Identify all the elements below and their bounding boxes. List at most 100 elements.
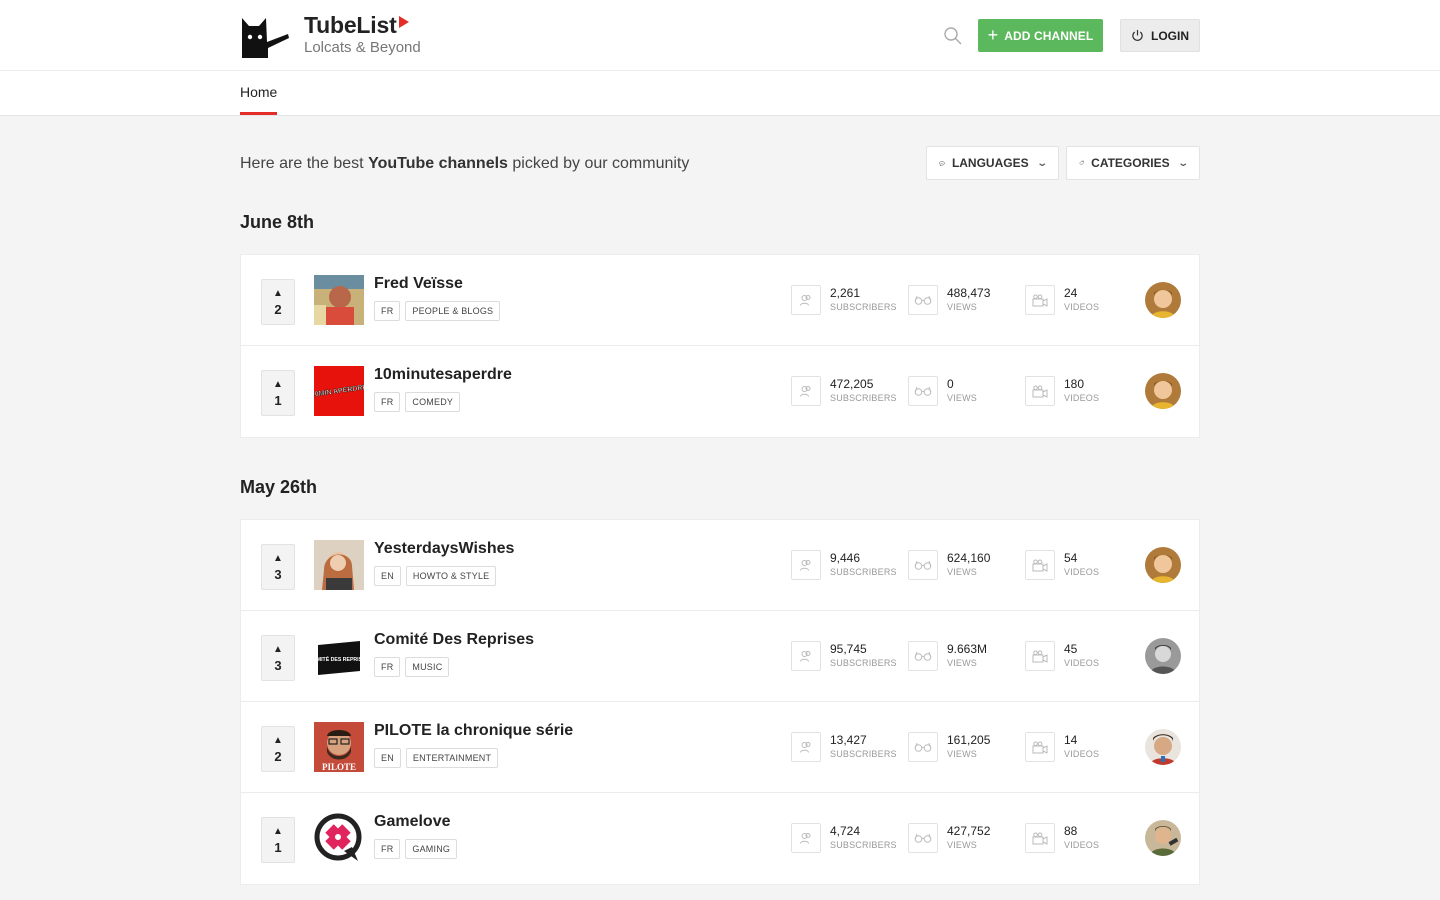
users-icon [791, 823, 821, 853]
glasses-icon [908, 823, 938, 853]
thumbnail-text: COMITÉ DES REPRISES [314, 655, 364, 663]
channel-thumbnail[interactable] [314, 275, 364, 325]
channel-thumbnail[interactable]: 10MIN APERDRE [314, 366, 364, 416]
glasses-icon [908, 285, 938, 315]
subscribers-value: 13,427 [830, 733, 867, 747]
users-icon [791, 376, 821, 406]
language-tag[interactable]: EN [374, 566, 401, 586]
language-tag[interactable]: FR [374, 657, 401, 677]
channel-name[interactable]: Fred Veïsse [374, 275, 463, 293]
vote-count: 3 [274, 658, 282, 673]
video-camera-icon [1025, 641, 1055, 671]
channel-row: ▲ 3 YesterdaysWishes EN HOWTO & STYLE 9,44… [241, 520, 1199, 611]
login-button[interactable]: LOGIN [1120, 19, 1200, 52]
channel-name[interactable]: PILOTE la chronique série [374, 722, 573, 740]
subscribers-value: 2,261 [830, 286, 861, 300]
tab-home[interactable]: Home [240, 84, 278, 115]
submitter-avatar[interactable] [1145, 820, 1181, 856]
add-channel-label: ADD CHANNEL [1004, 28, 1094, 43]
top-bar: TubeList Lolcats & Beyond + ADD CHANNEL … [0, 0, 1440, 71]
videos-label: VIDEOS [1064, 302, 1100, 312]
submitter-avatar[interactable] [1145, 547, 1181, 583]
categories-filter-button[interactable]: CATEGORIES ⌄ [1066, 146, 1200, 180]
subscribers-label: SUBSCRIBERS [830, 840, 897, 850]
channel-name[interactable]: YesterdaysWishes [374, 540, 514, 558]
channel-name[interactable]: Comité Des Reprises [374, 631, 534, 649]
plus-icon: + [987, 24, 999, 45]
views-label: VIEWS [947, 302, 978, 312]
videos-label: VIDEOS [1064, 658, 1100, 668]
glasses-icon [908, 376, 938, 406]
language-tag[interactable]: FR [374, 839, 401, 859]
category-tag[interactable]: PEOPLE & BLOGS [405, 301, 501, 321]
users-icon [791, 732, 821, 762]
subscribers-label: SUBSCRIBERS [830, 567, 897, 577]
upvote-button[interactable]: ▲ 2 [261, 726, 295, 772]
vote-count: 2 [274, 302, 282, 317]
submitter-avatar[interactable] [1145, 282, 1181, 318]
submitter-avatar[interactable] [1145, 373, 1181, 409]
language-tag[interactable]: FR [374, 392, 401, 412]
videos-value: 54 [1064, 551, 1078, 565]
channel-name[interactable]: Gamelove [374, 813, 450, 831]
channel-row: ▲ 2 Fred Veïsse FR PEOPLE & BLOGS 2,261 SUB… [241, 255, 1199, 346]
thumbnail-text: PILOTE [322, 762, 356, 772]
search-icon[interactable] [943, 26, 963, 46]
views-value: 624,160 [947, 551, 991, 565]
chevron-down-icon: ⌄ [1176, 157, 1189, 169]
channel-thumbnail[interactable]: PILOTE [314, 722, 364, 772]
submitter-avatar[interactable] [1145, 729, 1181, 765]
videos-value: 88 [1064, 824, 1078, 838]
chevron-down-icon: ⌄ [1035, 157, 1048, 169]
views-label: VIEWS [947, 749, 978, 759]
upvote-button[interactable]: ▲ 1 [261, 817, 295, 863]
channel-thumbnail[interactable] [314, 813, 364, 863]
subscribers-value: 472,205 [830, 377, 874, 391]
category-tag[interactable]: COMEDY [405, 392, 461, 412]
users-icon [791, 641, 821, 671]
upvote-button[interactable]: ▲ 3 [261, 635, 295, 681]
glasses-icon [908, 641, 938, 671]
language-tag[interactable]: FR [374, 301, 401, 321]
brand-title[interactable]: TubeList [304, 12, 397, 39]
views-value: 427,752 [947, 824, 991, 838]
vote-count: 3 [274, 567, 282, 582]
up-arrow-icon: ▲ [273, 288, 283, 299]
language-tag[interactable]: EN [374, 748, 401, 768]
submitter-avatar[interactable] [1145, 638, 1181, 674]
views-value: 488,473 [947, 286, 991, 300]
views-label: VIEWS [947, 658, 978, 668]
subscribers-value: 95,745 [830, 642, 867, 656]
views-value: 9.663M [947, 642, 988, 656]
add-channel-button[interactable]: + ADD CHANNEL [978, 19, 1103, 52]
subscribers-label: SUBSCRIBERS [830, 658, 897, 668]
category-tag[interactable]: HOWTO & STYLE [405, 566, 497, 586]
videos-label: VIDEOS [1064, 749, 1100, 759]
views-label: VIEWS [947, 393, 978, 403]
upvote-button[interactable]: ▲ 2 [261, 279, 295, 325]
channel-thumbnail[interactable] [314, 540, 364, 590]
categories-label: CATEGORIES [1091, 156, 1170, 170]
category-tag[interactable]: MUSIC [405, 657, 450, 677]
users-icon [791, 550, 821, 580]
nav-bar: Home [0, 71, 1440, 116]
glasses-icon [908, 732, 938, 762]
languages-filter-button[interactable]: LANGUAGES ⌄ [926, 146, 1059, 180]
brand-subtitle: Lolcats & Beyond [304, 39, 421, 56]
channel-thumbnail[interactable]: COMITÉ DES REPRISES [314, 631, 364, 681]
subscribers-label: SUBSCRIBERS [830, 302, 897, 312]
channel-row: ▲3 COMITÉ DES REPRISES Comité Des Repris… [241, 611, 1199, 702]
upvote-button[interactable]: ▲ 1 [261, 370, 295, 416]
upvote-button[interactable]: ▲ 3 [261, 544, 295, 590]
channel-name[interactable]: 10minutesaperdre [374, 366, 512, 384]
channel-list: ▲ 2 Fred Veïsse FR PEOPLE & BLOGS 2,261 SUB… [240, 254, 1200, 438]
views-label: VIEWS [947, 567, 978, 577]
category-tag[interactable]: GAMING [405, 839, 458, 859]
speech-bubble-icon [939, 160, 945, 166]
up-arrow-icon: ▲ [273, 379, 283, 390]
up-arrow-icon: ▲ [273, 826, 283, 837]
video-camera-icon [1025, 823, 1055, 853]
views-value: 0 [947, 377, 954, 391]
cat-logo-icon[interactable] [240, 12, 296, 60]
category-tag[interactable]: ENTERTAINMENT [405, 748, 499, 768]
